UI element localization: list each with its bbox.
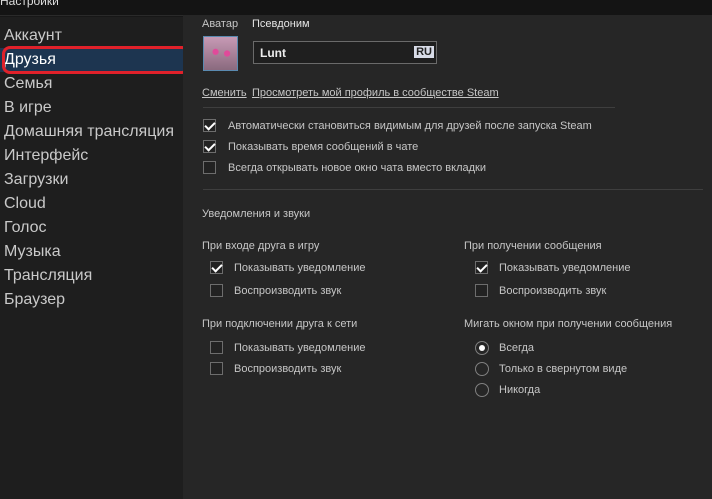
- sidebar-item-family[interactable]: Семья: [0, 72, 183, 96]
- language-badge: RU: [414, 46, 434, 58]
- sidebar-item-broadcasting[interactable]: Трансляция: [0, 264, 183, 288]
- friend-online-sound-label: Воспроизводить звук: [234, 363, 342, 375]
- flash-always-label: Всегда: [499, 342, 535, 354]
- view-profile-link[interactable]: Просмотреть мой профиль в сообществе Ste…: [252, 87, 499, 99]
- message-sound-label: Воспроизводить звук: [499, 285, 607, 297]
- message-received-heading: При получении сообщения: [464, 240, 602, 252]
- flash-never-label: Никогда: [499, 384, 541, 396]
- sidebar-item-friends[interactable]: Друзья: [0, 46, 190, 74]
- sidebar-item-account[interactable]: Аккаунт: [0, 24, 183, 48]
- flash-always-radio[interactable]: [475, 341, 489, 355]
- friend-online-heading: При подключении друга к сети: [202, 318, 358, 330]
- sidebar-item-downloads[interactable]: Загрузки: [0, 168, 183, 192]
- nickname-value: Lunt: [260, 46, 286, 60]
- show-timestamps-label: Показывать время сообщений в чате: [228, 141, 419, 153]
- friend-joins-sound-label: Воспроизводить звук: [234, 285, 342, 297]
- friend-online-sound-checkbox[interactable]: [210, 362, 223, 375]
- sidebar-item-music[interactable]: Музыка: [0, 240, 183, 264]
- flash-minimized-label: Только в свернутом виде: [499, 363, 628, 375]
- nickname-input[interactable]: Lunt RU: [253, 41, 437, 64]
- change-avatar-link[interactable]: Сменить: [202, 87, 247, 99]
- notifications-heading: Уведомления и звуки: [202, 208, 311, 220]
- window-title: Настройки: [0, 0, 59, 8]
- message-notify-checkbox[interactable]: [475, 261, 488, 274]
- settings-sidebar: Аккаунт Друзья Семья В игре Домашняя тра…: [0, 17, 190, 499]
- new-window-checkbox[interactable]: [203, 161, 216, 174]
- sidebar-item-voice[interactable]: Голос: [0, 216, 183, 240]
- flash-minimized-radio[interactable]: [475, 362, 489, 376]
- message-sound-checkbox[interactable]: [475, 284, 488, 297]
- title-bar: Настройки: [0, 0, 712, 16]
- friend-online-notify-label: Показывать уведомление: [234, 342, 366, 354]
- friend-joins-sound-checkbox[interactable]: [210, 284, 223, 297]
- divider: [203, 189, 703, 190]
- friend-online-notify-checkbox[interactable]: [210, 341, 223, 354]
- sidebar-item-browser[interactable]: Браузер: [0, 288, 183, 312]
- auto-visible-label: Автоматически становиться видимым для др…: [228, 120, 592, 132]
- friend-joins-game-heading: При входе друга в игру: [202, 240, 320, 252]
- red-highlight-annotation: [2, 46, 190, 74]
- friend-joins-notify-checkbox[interactable]: [210, 261, 223, 274]
- flash-never-radio[interactable]: [475, 383, 489, 397]
- divider: [203, 107, 615, 108]
- flash-window-heading: Мигать окном при получении сообщения: [464, 318, 673, 330]
- avatar-label: Аватар: [202, 18, 239, 30]
- friend-joins-notify-label: Показывать уведомление: [234, 262, 366, 274]
- avatar[interactable]: [203, 36, 238, 71]
- new-window-label: Всегда открывать новое окно чата вместо …: [228, 162, 486, 174]
- sidebar-item-in-game[interactable]: В игре: [0, 96, 183, 120]
- nickname-label: Псевдоним: [252, 18, 310, 30]
- friends-settings-panel: Аватар Псевдоним Lunt RU Сменить Просмотр…: [183, 15, 712, 499]
- message-notify-label: Показывать уведомление: [499, 262, 631, 274]
- show-timestamps-checkbox[interactable]: [203, 140, 216, 153]
- auto-visible-checkbox[interactable]: [203, 119, 216, 132]
- sidebar-item-interface[interactable]: Интерфейс: [0, 144, 183, 168]
- sidebar-item-cloud[interactable]: Cloud: [0, 192, 183, 216]
- sidebar-item-home-streaming[interactable]: Домашняя трансляция: [0, 120, 183, 144]
